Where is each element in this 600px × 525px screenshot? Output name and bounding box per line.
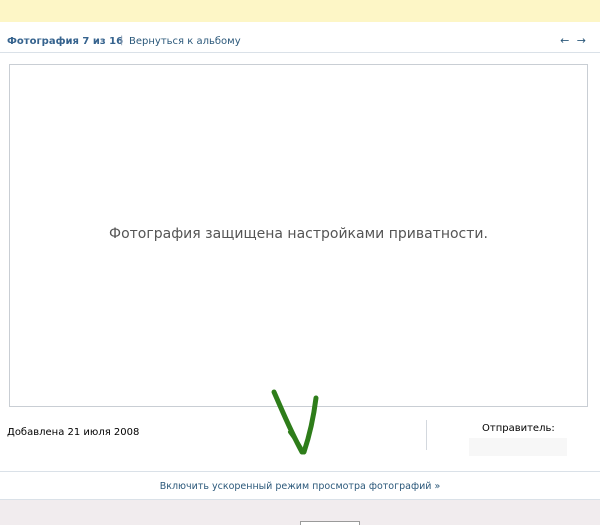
sender-label: Отправитель: [482, 423, 555, 434]
hand-drawn-down-arrow-icon [271, 389, 319, 455]
top-banner [0, 0, 600, 23]
privacy-message: Фотография защищена настройками приватно… [109, 226, 488, 242]
bottom-tab [300, 521, 360, 525]
photo-header: Фотография 7 из 16 | Вернуться к альбому… [0, 22, 600, 53]
back-to-album-link[interactable]: Вернуться к альбому [129, 36, 241, 47]
prev-photo-arrow-icon[interactable]: ← [560, 34, 571, 47]
header-separator: | [120, 35, 124, 46]
info-divider [426, 420, 427, 450]
next-photo-arrow-icon[interactable]: → [577, 34, 588, 47]
sender-name[interactable] [469, 438, 567, 456]
photo-counter: Фотография 7 из 16 [7, 36, 124, 47]
photo-frame: Фотография защищена настройками приватно… [9, 64, 588, 407]
added-date: Добавлена 21 июля 2008 [7, 427, 140, 438]
fast-mode-bar: Включить ускоренный режим просмотра фото… [0, 471, 600, 500]
photo-nav: ← → [560, 34, 588, 47]
fast-mode-link[interactable]: Включить ускоренный режим просмотра фото… [0, 481, 600, 492]
photo-viewer-page: Фотография 7 из 16 | Вернуться к альбому… [0, 0, 600, 525]
